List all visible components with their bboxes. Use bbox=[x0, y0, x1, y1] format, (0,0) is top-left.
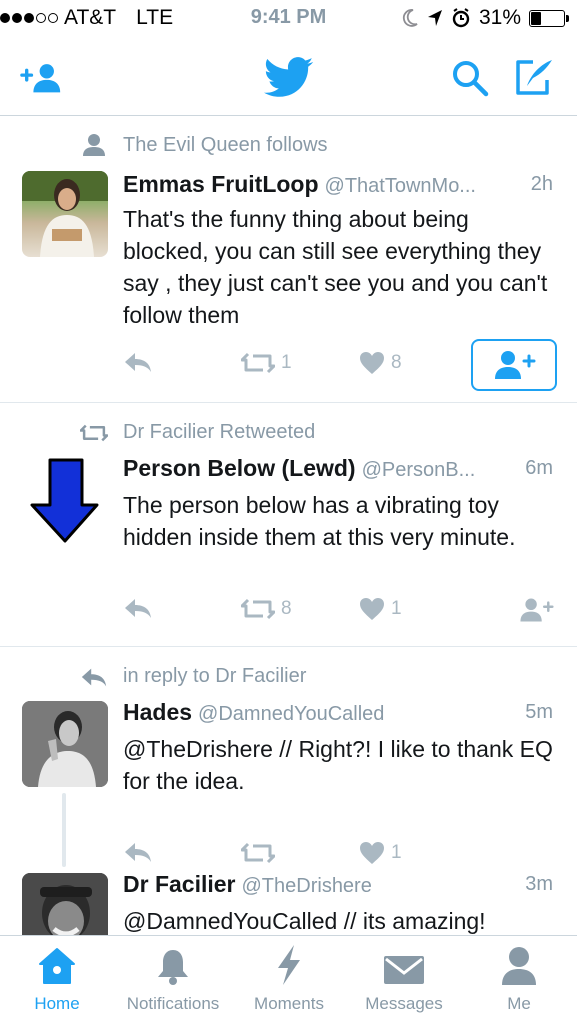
like-count: 8 bbox=[391, 352, 402, 373]
retweet-icon bbox=[241, 842, 275, 864]
author-handle[interactable]: @DamnedYouCalled bbox=[198, 703, 384, 725]
add-user-button[interactable] bbox=[20, 56, 64, 100]
tweet-text: That's the funny thing about being block… bbox=[123, 206, 548, 328]
like-button[interactable]: 8 bbox=[359, 351, 402, 375]
tweet-card[interactable]: in reply to Dr Facilier Hades @DamnedYouC… bbox=[0, 647, 577, 869]
tweet-card[interactable]: Dr Facilier @TheDrishere 3m @DamnedYouCal… bbox=[0, 869, 577, 935]
bell-icon bbox=[158, 950, 188, 985]
person-icon bbox=[502, 947, 536, 985]
follow-button[interactable] bbox=[471, 339, 557, 391]
lightning-icon bbox=[278, 945, 300, 985]
avatar-photo bbox=[22, 873, 108, 935]
tab-moments[interactable]: Moments bbox=[244, 936, 334, 1024]
author-handle[interactable]: @TheDrishere bbox=[242, 875, 372, 897]
avatar-photo bbox=[22, 701, 108, 787]
follow-user-icon bbox=[495, 351, 536, 379]
alarm-icon bbox=[452, 8, 470, 28]
tab-label: Home bbox=[34, 994, 80, 1013]
tweet-actions: 8 1 bbox=[123, 597, 567, 637]
follow-button[interactable] bbox=[518, 597, 554, 623]
avatar[interactable] bbox=[22, 171, 108, 257]
tab-home[interactable]: Home bbox=[22, 936, 92, 1024]
tweet-time: 6m bbox=[525, 457, 553, 479]
social-context: Dr Facilier Retweeted bbox=[123, 421, 316, 443]
author-handle[interactable]: @PersonB... bbox=[362, 459, 476, 481]
top-navigation-bar bbox=[0, 38, 577, 116]
author-name[interactable]: Hades bbox=[123, 699, 192, 725]
tab-me[interactable]: Me bbox=[494, 936, 544, 1024]
follow-user-icon bbox=[520, 598, 554, 622]
heart-icon bbox=[360, 598, 384, 620]
tweet-time: 2h bbox=[530, 173, 553, 195]
add-user-icon bbox=[20, 64, 61, 93]
avatar[interactable] bbox=[22, 701, 108, 787]
retweet-button[interactable]: 8 bbox=[241, 597, 292, 621]
social-context: The Evil Queen follows bbox=[123, 134, 328, 156]
like-count: 1 bbox=[391, 598, 402, 619]
twitter-bird-logo bbox=[264, 57, 314, 97]
tweet-text: @DamnedYouCalled // its amazing! bbox=[123, 908, 486, 934]
thread-connector bbox=[62, 793, 66, 867]
retweet-count: 8 bbox=[281, 598, 292, 619]
reply-button[interactable] bbox=[123, 597, 153, 619]
author-name[interactable]: Dr Facilier bbox=[123, 871, 236, 897]
author-name[interactable]: Person Below (Lewd) bbox=[123, 455, 356, 481]
tweet-time: 5m bbox=[525, 701, 553, 723]
home-icon bbox=[39, 948, 75, 984]
avatar[interactable] bbox=[22, 873, 108, 935]
reply-button[interactable] bbox=[123, 841, 153, 863]
retweet-icon bbox=[80, 424, 108, 442]
search-icon bbox=[453, 61, 489, 97]
reply-icon bbox=[125, 599, 151, 618]
bottom-tab-bar: Home Notifications Moments Messages Me bbox=[0, 935, 577, 1024]
tab-label: Notifications bbox=[126, 994, 220, 1013]
down-arrow-image bbox=[30, 458, 99, 543]
battery-percent: 31% bbox=[478, 6, 521, 29]
home-timeline[interactable]: The Evil Queen follows Emmas FruitLoop @T… bbox=[0, 117, 577, 935]
avatar-photo bbox=[22, 171, 108, 257]
status-bar: AT&T LTE 9:41 PM 31% bbox=[0, 0, 577, 38]
compose-icon bbox=[516, 60, 552, 95]
like-button[interactable]: 1 bbox=[359, 597, 402, 621]
like-button[interactable]: 1 bbox=[359, 841, 402, 865]
tweet-card[interactable]: Dr Facilier Retweeted Person Below (Lewd… bbox=[0, 403, 577, 647]
heart-icon bbox=[360, 842, 384, 864]
tweet-time: 3m bbox=[525, 873, 553, 895]
retweet-button[interactable] bbox=[241, 841, 281, 865]
retweet-count: 1 bbox=[281, 352, 292, 373]
like-count: 1 bbox=[391, 842, 402, 863]
retweet-icon bbox=[241, 598, 275, 620]
tab-label: Messages bbox=[365, 994, 443, 1013]
tweet-actions: 1 8 bbox=[123, 339, 567, 391]
tweet-text: @TheDrishere // Right?! I like to thank … bbox=[123, 736, 553, 794]
avatar[interactable] bbox=[22, 457, 108, 543]
tab-messages[interactable]: Messages bbox=[356, 936, 452, 1024]
author-name[interactable]: Emmas FruitLoop bbox=[123, 171, 319, 197]
reply-icon bbox=[125, 353, 151, 372]
twitter-logo bbox=[262, 56, 316, 100]
reply-button[interactable] bbox=[123, 351, 153, 373]
retweet-icon bbox=[241, 352, 275, 374]
tab-notifications[interactable]: Notifications bbox=[114, 936, 232, 1024]
reply-icon bbox=[125, 843, 151, 862]
reply-icon bbox=[81, 668, 107, 687]
social-context: in reply to Dr Facilier bbox=[123, 665, 307, 687]
search-button[interactable] bbox=[448, 56, 492, 100]
heart-icon bbox=[360, 352, 384, 374]
envelope-icon bbox=[384, 956, 424, 984]
moon-icon bbox=[402, 9, 418, 27]
person-icon bbox=[83, 134, 105, 156]
compose-button[interactable] bbox=[512, 56, 556, 100]
tab-label: Me bbox=[507, 994, 531, 1013]
battery-icon bbox=[529, 9, 569, 27]
location-arrow-icon bbox=[427, 10, 442, 26]
tab-label: Moments bbox=[254, 994, 324, 1013]
retweet-button[interactable]: 1 bbox=[241, 351, 292, 375]
tweet-text: The person below has a vibrating toy hid… bbox=[123, 492, 516, 550]
author-handle[interactable]: @ThatTownMo... bbox=[325, 175, 476, 197]
tweet-card[interactable]: The Evil Queen follows Emmas FruitLoop @T… bbox=[0, 117, 577, 403]
